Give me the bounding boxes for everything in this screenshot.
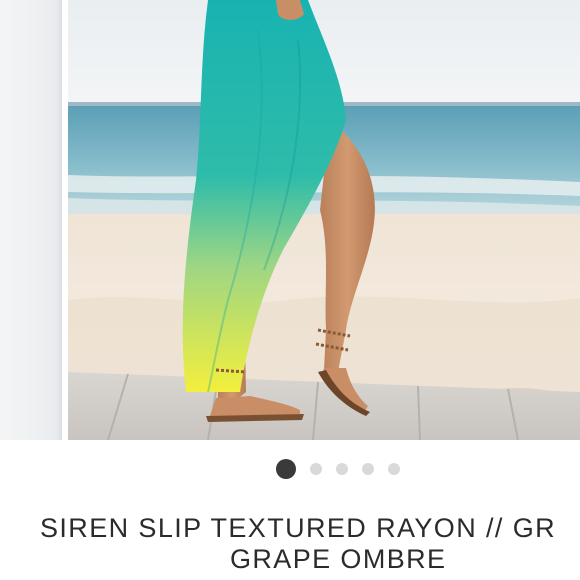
carousel-dot-1[interactable]	[276, 459, 296, 479]
previous-slide-preview[interactable]	[0, 0, 62, 440]
product-title: SIREN SLIP TEXTURED RAYON // GR GRAPE OM…	[40, 513, 580, 575]
carousel-dot-3[interactable]	[336, 463, 348, 475]
product-title-line-1: SIREN SLIP TEXTURED RAYON // GR	[40, 513, 557, 543]
carousel-dot-4[interactable]	[362, 463, 374, 475]
product-page: SIREN SLIP TEXTURED RAYON // GR GRAPE OM…	[0, 0, 580, 580]
carousel-dot-2[interactable]	[310, 463, 322, 475]
product-image[interactable]	[68, 0, 580, 440]
product-photo-illustration	[68, 0, 580, 440]
carousel-dot-5[interactable]	[388, 463, 400, 475]
carousel-pagination	[0, 458, 580, 480]
product-title-line-2: GRAPE OMBRE	[230, 544, 447, 574]
